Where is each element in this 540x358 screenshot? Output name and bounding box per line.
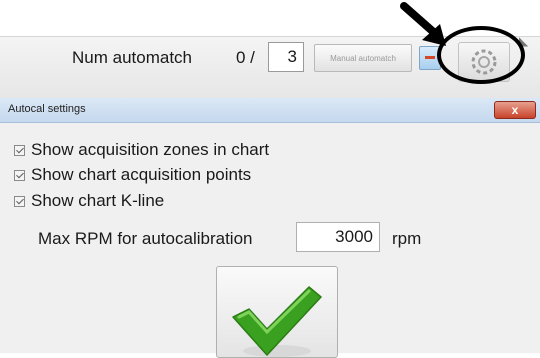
num-automatch-value: 0 / — [236, 48, 255, 67]
autocal-settings-dialog: Autocal settings x Show acquisition zone… — [0, 98, 540, 358]
option-label: Show acquisition zones in chart — [31, 140, 270, 159]
option-show-chart-k-line[interactable]: Show chart K-line — [14, 190, 164, 212]
max-rpm-label: Max RPM for autocalibration — [38, 229, 253, 248]
confirm-button[interactable] — [216, 266, 338, 358]
option-label: Show chart K-line — [31, 191, 165, 210]
option-label: Show chart acquisition points — [31, 165, 252, 184]
option-show-acquisition-zones[interactable]: Show acquisition zones in chart — [14, 139, 269, 161]
checkbox-checked-icon[interactable] — [14, 169, 25, 181]
checkbox-checked-icon[interactable] — [14, 195, 25, 207]
close-button[interactable]: x — [494, 101, 536, 119]
checkbox-checked-icon[interactable] — [14, 144, 25, 156]
option-show-chart-acquisition-points[interactable]: Show chart acquisition points — [14, 164, 251, 186]
dialog-title: Autocal settings — [8, 103, 86, 115]
green-check-icon — [232, 286, 322, 357]
max-rpm-input[interactable]: 3000 — [296, 222, 380, 252]
dialog-titlebar[interactable]: Autocal settings x — [0, 98, 540, 123]
num-automatch-input[interactable]: 3 — [268, 42, 304, 72]
rpm-unit-label: rpm — [392, 229, 422, 248]
num-automatch-label: Num automatch — [72, 48, 192, 67]
arrow-pointer-icon — [400, 2, 446, 46]
